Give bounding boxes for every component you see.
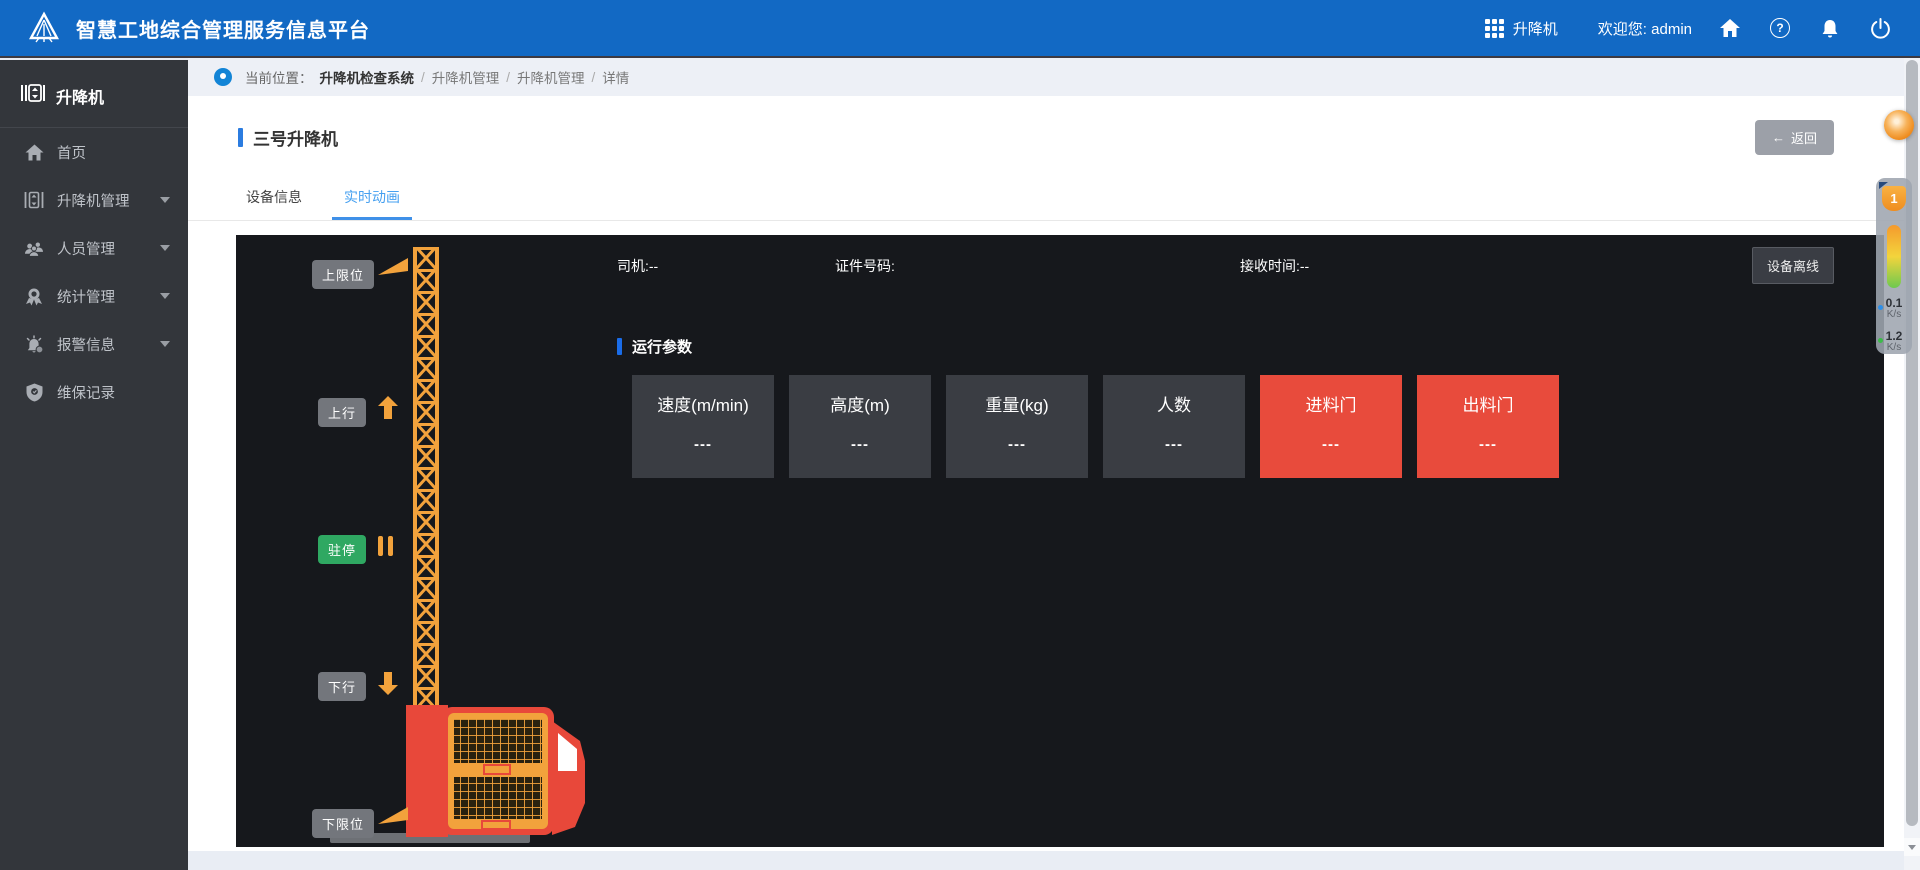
app-switcher[interactable]: 升降机 [1485, 18, 1558, 39]
label-stopped: 驻停 [318, 535, 366, 564]
home-icon [24, 142, 44, 162]
title-accent-bar [238, 128, 243, 147]
sidebar-item-label: 升降机管理 [57, 190, 130, 211]
bell-icon[interactable] [1818, 16, 1842, 40]
receive-time-value: -- [1300, 258, 1309, 274]
sidebar-item-home[interactable]: 首页 [0, 128, 188, 176]
sidebar-item-label: 人员管理 [57, 238, 115, 259]
id-number-field: 证件号码: [835, 248, 1240, 284]
upload-speed: 1.2 K/s [1886, 330, 1903, 354]
breadcrumb-item: 详情 [602, 67, 629, 87]
realtime-panel: 上限位 上行 驻停 下行 下限位 [236, 235, 1884, 847]
label-upper-limit: 上限位 [312, 260, 374, 289]
people-icon [24, 238, 44, 258]
username: admin [1651, 21, 1692, 38]
param-card-people-count: 人数 --- [1103, 375, 1245, 478]
label-ascending: 上行 [318, 398, 366, 427]
page-title: 三号升降机 [253, 125, 338, 150]
chevron-down-icon [160, 293, 170, 299]
pause-icon [378, 536, 394, 561]
home-icon[interactable] [1718, 16, 1742, 40]
chevron-down-icon [160, 245, 170, 251]
elevator-icon [24, 190, 44, 210]
sidebar-item-label: 维保记录 [57, 382, 115, 403]
sidebar-item-label: 报警信息 [57, 334, 115, 355]
device-info-row: 司机:-- 证件号码: 接收时间:-- 设备离线 [617, 235, 1884, 284]
content-card: 三号升降机 ← 返回 设备信息 实时动画 [188, 96, 1904, 851]
breadcrumb-item[interactable]: 升降机管理 [432, 67, 500, 87]
main-area: 当前位置： 升降机检查系统 / 升降机管理 / 升降机管理 / 详情 三号升降机… [188, 58, 1904, 870]
sidebar-item-label: 首页 [57, 142, 86, 163]
label-lower-limit: 下限位 [312, 809, 374, 838]
stats-icon [24, 286, 44, 306]
scroll-down-button[interactable] [1904, 838, 1920, 856]
driver-field: 司机:-- [617, 248, 835, 284]
param-value: --- [632, 436, 774, 453]
arrow-down-icon [378, 672, 398, 700]
tab-device-info[interactable]: 设备信息 [246, 187, 302, 220]
flag-icon [378, 258, 410, 281]
breadcrumb: 当前位置： 升降机检查系统 / 升降机管理 / 升降机管理 / 详情 [188, 58, 1904, 96]
chevron-down-icon [160, 341, 170, 347]
back-arrow-icon: ← [1772, 130, 1785, 145]
param-card-height: 高度(m) --- [789, 375, 931, 478]
param-value: --- [946, 436, 1088, 453]
help-icon[interactable]: ? [1768, 16, 1792, 40]
breadcrumb-prefix: 当前位置： [245, 67, 313, 87]
chevron-down-icon [160, 197, 170, 203]
upload-dot-icon [1878, 338, 1883, 343]
apps-grid-icon [1485, 19, 1504, 38]
sidebar: 升降机 首页 升降机管理 人员管理 [0, 60, 188, 870]
power-icon[interactable] [1868, 16, 1892, 40]
shield-badge-count: 1 [1890, 191, 1897, 206]
param-card-inlet-door: 进料门 --- [1260, 375, 1402, 478]
sidebar-header-label: 升降机 [56, 84, 104, 108]
location-pin-icon [214, 68, 232, 86]
param-card-weight: 重量(kg) --- [946, 375, 1088, 478]
scrollbar-thumb[interactable] [1906, 60, 1918, 826]
alarm-icon [24, 334, 44, 354]
download-speed: 0.1 K/s [1886, 297, 1903, 321]
param-value: --- [1103, 436, 1245, 453]
network-speed-widget[interactable]: 1 0.1 K/s 1.2 K/s [1876, 178, 1912, 354]
welcome-text: 欢迎您: admin [1598, 18, 1692, 39]
sidebar-item-statistics[interactable]: 统计管理 [0, 272, 188, 320]
param-cards: 速度(m/min) --- 高度(m) --- 重量(kg) --- 人数 --… [632, 375, 1559, 478]
scroll-down-arrow-icon [1908, 845, 1916, 850]
back-button[interactable]: ← 返回 [1755, 120, 1834, 155]
label-descending: 下行 [318, 672, 366, 701]
driver-value: -- [649, 258, 658, 274]
shield-icon [24, 382, 44, 402]
speed-gauge-bar [1887, 225, 1901, 288]
sidebar-item-alarms[interactable]: 报警信息 [0, 320, 188, 368]
params-section-title: 运行参数 [617, 336, 692, 357]
param-value: --- [1260, 436, 1402, 453]
app-title: 智慧工地综合管理服务信息平台 [76, 14, 370, 43]
param-card-outlet-door: 出料门 --- [1417, 375, 1559, 478]
security-shield-icon[interactable]: 1 [1882, 186, 1906, 211]
device-offline-button[interactable]: 设备离线 [1752, 247, 1834, 284]
app-switcher-label: 升降机 [1513, 18, 1558, 39]
browser-assistant-icon[interactable] [1884, 110, 1914, 140]
hoist-logo-icon [20, 82, 46, 109]
section-accent-bar [617, 338, 622, 355]
sidebar-item-label: 统计管理 [57, 286, 115, 307]
sidebar-item-hoist-management[interactable]: 升降机管理 [0, 176, 188, 224]
sidebar-header: 升降机 [0, 60, 188, 128]
breadcrumb-item[interactable]: 升降机管理 [517, 67, 585, 87]
topbar: 智慧工地综合管理服务信息平台 升降机 欢迎您: admin ? [0, 0, 1920, 58]
param-value: --- [789, 436, 931, 453]
sidebar-item-maintenance[interactable]: 维保记录 [0, 368, 188, 416]
breadcrumb-root[interactable]: 升降机检查系统 [320, 67, 415, 87]
param-card-speed: 速度(m/min) --- [632, 375, 774, 478]
tab-realtime-animation[interactable]: 实时动画 [344, 187, 400, 220]
receive-time-field: 接收时间:-- [1240, 248, 1752, 284]
company-logo-icon [26, 10, 62, 46]
arrow-up-icon [378, 396, 398, 424]
tab-bar: 设备信息 实时动画 [188, 187, 1904, 221]
param-value: --- [1417, 436, 1559, 453]
flag-icon [378, 807, 410, 830]
sidebar-item-personnel[interactable]: 人员管理 [0, 224, 188, 272]
download-dot-icon [1878, 305, 1883, 310]
